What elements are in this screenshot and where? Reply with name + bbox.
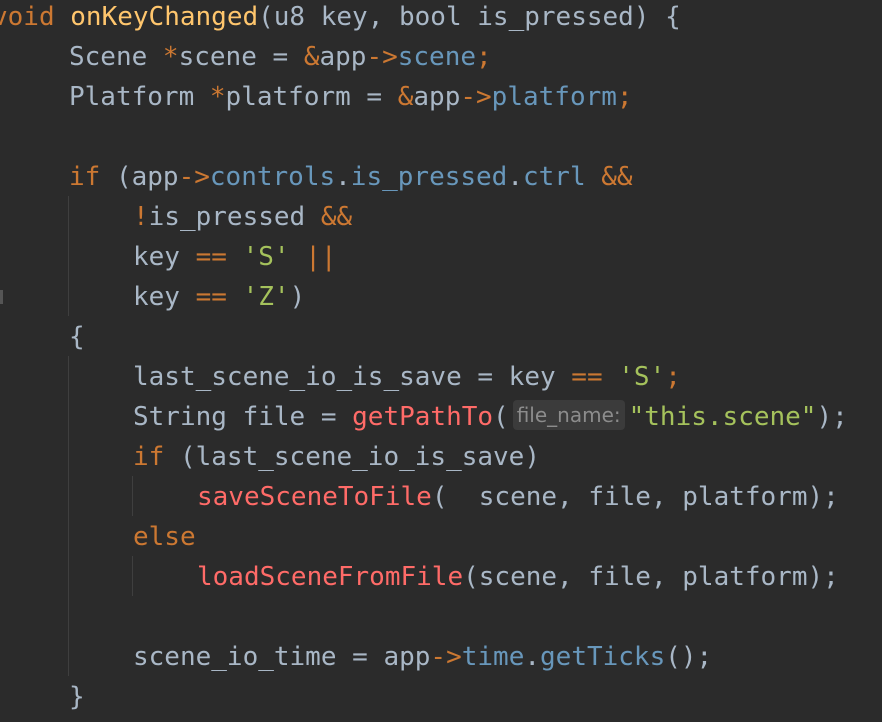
code-line-16: }: [69, 677, 85, 717]
var-app: app: [413, 82, 461, 112]
code-line-15: scene_io_time = app->time.getTicks();: [133, 637, 712, 677]
call-args: (scene, file, platform);: [463, 562, 839, 592]
char-literal: 'Z': [226, 282, 290, 312]
var-scene: scene =: [178, 42, 304, 72]
keyword-if: if: [69, 162, 101, 192]
paren-close: ): [289, 282, 306, 312]
and-op: &&: [585, 162, 633, 192]
addr-op: &: [397, 82, 414, 112]
eq-op: ==: [195, 282, 227, 312]
semicolon: ;: [665, 362, 681, 392]
string-literal: "this.scene": [628, 402, 817, 432]
code-line-9: last_scene_io_is_save = key == 'S';: [133, 357, 681, 397]
var-is-pressed: is_pressed: [148, 202, 321, 232]
keyword-void: void: [0, 2, 55, 32]
assignment: scene_io_time = app: [133, 642, 431, 672]
code-line-3: Platform *platform = &app->platform;: [69, 77, 633, 117]
fold-marker-icon[interactable]: [0, 290, 3, 304]
var-key: key: [133, 242, 196, 272]
field-scene: scene: [397, 42, 477, 72]
code-line-10: String file = getPathTo(file_name: "this.…: [133, 397, 848, 437]
field-ctrl: ctrl: [523, 162, 586, 192]
brace-open: {: [69, 322, 85, 352]
field-time: time: [461, 642, 525, 672]
not-op: !: [133, 202, 149, 232]
semicolon: ;: [476, 42, 492, 72]
call-args: ( scene, file, platform);: [431, 482, 839, 512]
char-literal: 'S': [226, 242, 290, 272]
dot-op: .: [507, 162, 523, 192]
or-op: ||: [289, 242, 337, 272]
function-call-getpathto: getPathTo: [352, 402, 494, 432]
code-line-14: loadSceneFromFile(scene, file, platform)…: [197, 557, 839, 597]
indent-guide: [132, 476, 133, 516]
code-line-8: {: [69, 317, 85, 357]
pointer-op: *: [209, 82, 226, 112]
assignment: last_scene_io_is_save = key: [133, 362, 572, 392]
pointer-op: *: [162, 42, 179, 72]
arrow-op: ->: [366, 42, 398, 72]
brace-close: }: [69, 682, 85, 712]
arrow-op: ->: [460, 82, 492, 112]
code-line-1: void onKeyChanged(u8 key, bool is_presse…: [0, 0, 681, 37]
string-decl: String file =: [133, 402, 353, 432]
code-line-5: !is_pressed &&: [133, 197, 352, 237]
code-editor[interactable]: void onKeyChanged(u8 key, bool is_presse…: [0, 0, 882, 722]
and-op: &&: [320, 202, 353, 232]
dot-op: .: [335, 162, 351, 192]
semicolon: ;: [616, 82, 633, 112]
keyword-if: if: [133, 442, 165, 472]
code-line-12: saveSceneToFile( scene, file, platform);: [197, 477, 839, 517]
method-getticks: getTicks: [540, 642, 666, 672]
params: (u8 key, bool is_pressed) {: [258, 2, 681, 32]
function-name: onKeyChanged: [70, 2, 259, 32]
call-close: ();: [665, 642, 713, 672]
indent-guide: [68, 196, 69, 316]
var-app: app: [319, 42, 367, 72]
parameter-hint: file_name:: [512, 400, 625, 430]
code-line-6: key == 'S' ||: [133, 237, 337, 277]
char-literal: 'S': [602, 362, 666, 392]
function-call-savescenetofile: saveSceneToFile: [197, 482, 432, 512]
arrow-op: ->: [178, 162, 210, 192]
paren-open: (: [493, 402, 509, 432]
eq-op: ==: [571, 362, 603, 392]
var-app: (app: [100, 162, 179, 192]
field-platform: platform: [491, 82, 617, 112]
addr-op: &: [303, 42, 320, 72]
code-line-4: if (app->controls.is_pressed.ctrl &&: [69, 157, 633, 197]
indent-guide: [132, 556, 133, 596]
code-line-2: Scene *scene = &app->scene;: [69, 37, 492, 77]
indent-guide: [68, 356, 69, 676]
keyword-else: else: [133, 522, 196, 552]
var-key: key: [133, 282, 196, 312]
paren-close-semicolon: );: [816, 402, 848, 432]
field-controls: controls: [209, 162, 336, 192]
dot-op: .: [524, 642, 541, 672]
code-line-11: if (last_scene_io_is_save): [133, 437, 540, 477]
function-call-loadscenefromfile: loadSceneFromFile: [197, 562, 464, 592]
var-platform: platform =: [225, 82, 398, 112]
type-scene: Scene: [69, 42, 163, 72]
eq-op: ==: [195, 242, 227, 272]
type-platform: Platform: [69, 82, 210, 112]
field-is-pressed: is_pressed: [350, 162, 508, 192]
condition: (last_scene_io_is_save): [164, 442, 540, 472]
code-line-7: key == 'Z'): [133, 277, 305, 317]
arrow-op: ->: [430, 642, 462, 672]
code-line-13: else: [133, 517, 196, 557]
